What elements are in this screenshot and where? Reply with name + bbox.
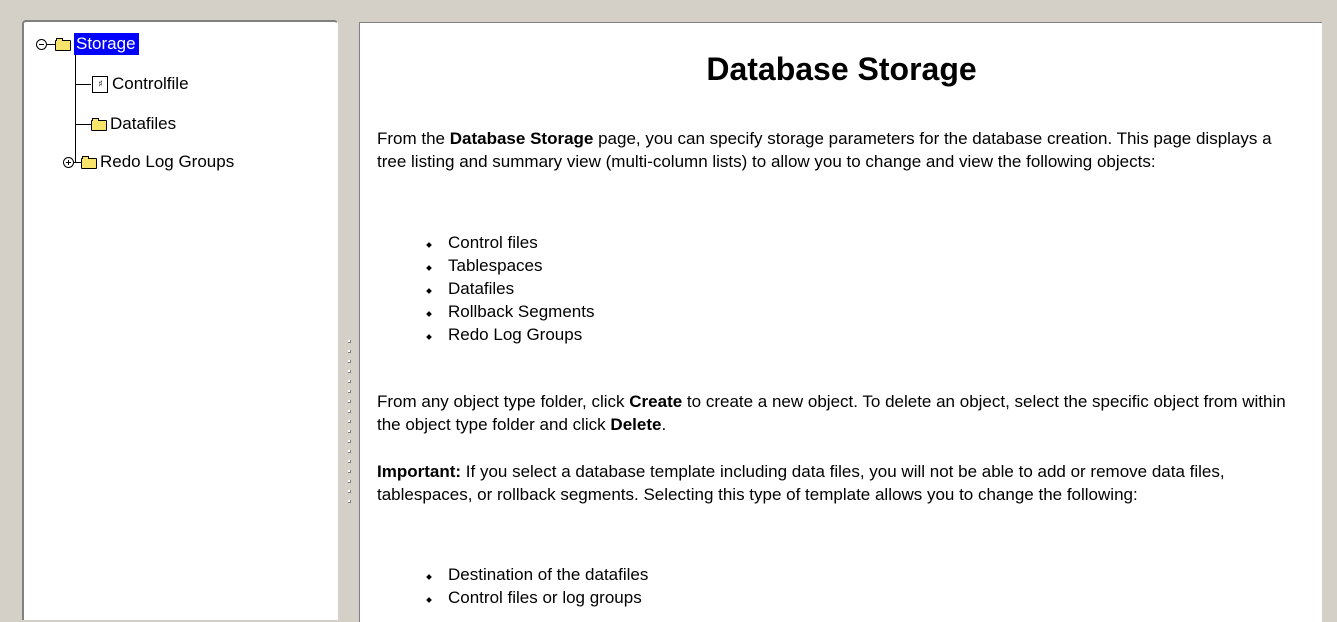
list-item: Rollback Segments <box>420 300 594 323</box>
tree-node-storage[interactable]: Storage <box>36 33 139 55</box>
folder-icon <box>91 117 108 131</box>
tree-node-label: Storage <box>74 33 139 55</box>
expand-icon[interactable] <box>63 156 74 168</box>
tree-node-redo-log-groups[interactable]: Redo Log Groups <box>63 151 234 173</box>
important-paragraph: Important: If you select a database temp… <box>377 462 1225 504</box>
create-delete-paragraph: From any object type folder, click Creat… <box>377 392 1286 434</box>
controlfile-icon: ♯ <box>92 75 108 93</box>
tree-connector <box>75 84 91 85</box>
tree-connector <box>75 54 76 162</box>
tree-node-label: Datafiles <box>110 114 177 133</box>
help-content-panel: Database Storage From the Database Stora… <box>359 22 1322 622</box>
list-item: Redo Log Groups <box>420 323 594 346</box>
folder-icon <box>55 37 72 51</box>
object-list: Control files Tablespaces Datafiles Roll… <box>420 231 594 346</box>
tree-connector <box>75 124 91 125</box>
tree-node-label: Redo Log Groups <box>100 152 235 171</box>
tree-node-datafiles[interactable]: Datafiles <box>91 113 176 135</box>
intro-paragraph: From the Database Storage page, you can … <box>377 129 1272 171</box>
list-item: Tablespaces <box>420 254 594 277</box>
template-change-list: Destination of the datafiles Control fil… <box>420 563 648 609</box>
collapse-icon[interactable] <box>36 38 47 50</box>
list-item: Control files or log groups <box>420 586 648 609</box>
list-item: Destination of the datafiles <box>420 563 648 586</box>
page-title: Database Storage <box>706 51 977 87</box>
tree-node-label: Controlfile <box>112 74 189 93</box>
storage-window: Storage ♯ Controlfile Datafiles Redo Log… <box>0 0 1337 622</box>
splitter-handle[interactable] <box>348 340 351 503</box>
list-item: Datafiles <box>420 277 594 300</box>
folder-icon <box>81 155 98 169</box>
storage-tree-panel: Storage ♯ Controlfile Datafiles Redo Log… <box>22 20 338 620</box>
tree-node-controlfile[interactable]: ♯ Controlfile <box>92 73 189 95</box>
list-item: Control files <box>420 231 594 254</box>
